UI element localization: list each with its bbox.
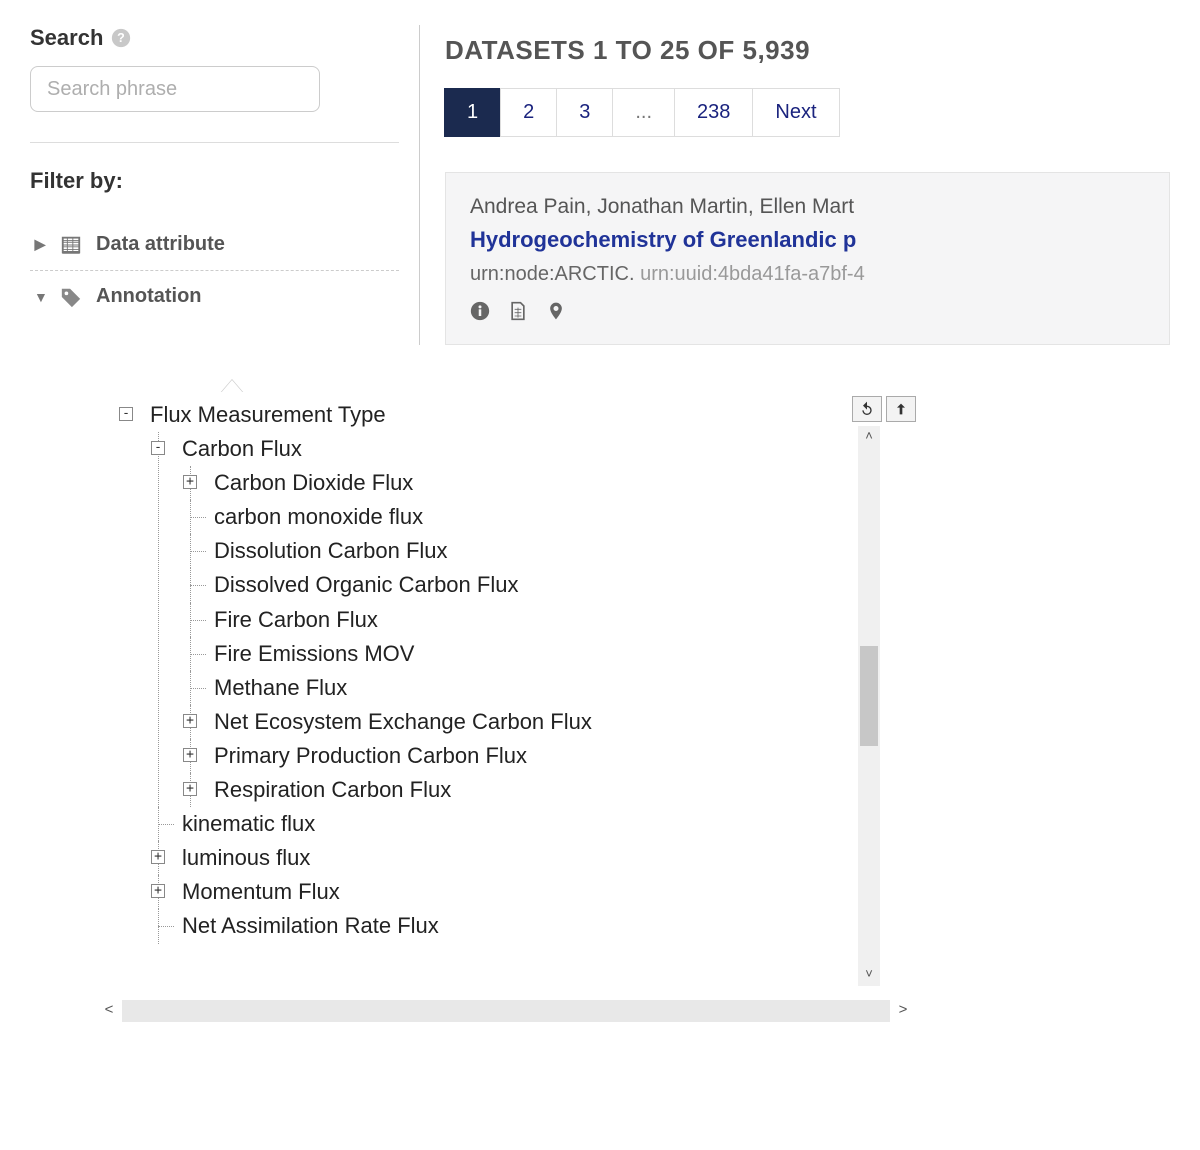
scroll-left-icon[interactable]: < xyxy=(96,999,122,1023)
main: DATASETS 1 TO 25 OF 5,939 1 2 3 ... 238 … xyxy=(420,25,1170,345)
tree-node[interactable]: + Momentum Flux xyxy=(150,875,858,909)
page-button[interactable]: 238 xyxy=(674,88,753,137)
tree-label: Net Ecosystem Exchange Carbon Flux xyxy=(214,709,592,734)
page-ellipsis: ... xyxy=(612,88,675,137)
tree-node[interactable]: Dissolved Organic Carbon Flux xyxy=(182,568,858,602)
tree-node[interactable]: + Primary Production Carbon Flux xyxy=(182,739,858,773)
filter-label: Data attribute xyxy=(96,233,225,256)
result-title[interactable]: Hydrogeochemistry of Greenlandic p xyxy=(470,227,1145,253)
tree-label: Flux Measurement Type xyxy=(150,402,386,427)
tree-label: luminous flux xyxy=(182,845,310,870)
divider xyxy=(30,142,399,143)
result-icons xyxy=(470,300,1145,322)
expand-icon[interactable]: + xyxy=(183,475,197,489)
tree-node[interactable]: Fire Carbon Flux xyxy=(182,603,858,637)
caret-right-icon: ▶ xyxy=(34,236,46,253)
expand-icon[interactable]: + xyxy=(183,714,197,728)
svg-text:?: ? xyxy=(118,31,126,45)
grid-icon xyxy=(60,234,82,256)
arrow-up-icon xyxy=(893,401,909,417)
tree-label: Fire Carbon Flux xyxy=(214,607,378,632)
page-button[interactable]: 3 xyxy=(556,88,613,137)
tree-node[interactable]: + Carbon Dioxide Flux xyxy=(182,466,858,500)
urn-secondary: urn:uuid:4bda41fa-a7bf-4 xyxy=(640,263,865,285)
tree-node[interactable]: + luminous flux xyxy=(150,841,858,875)
tree-node[interactable]: kinematic flux xyxy=(150,807,858,841)
tree-label: Carbon Flux xyxy=(182,436,302,461)
scroll-right-icon[interactable]: > xyxy=(890,999,916,1023)
expand-icon[interactable]: + xyxy=(151,884,165,898)
results-heading: DATASETS 1 TO 25 OF 5,939 xyxy=(445,35,1170,66)
spreadsheet-icon[interactable] xyxy=(508,300,528,322)
tag-icon xyxy=(60,286,82,308)
caret-down-icon: ▼ xyxy=(34,289,46,305)
tree-scroll-area: - Flux Measurement Type - Carbon Flux + C… xyxy=(96,392,858,1002)
tree-label: carbon monoxide flux xyxy=(214,504,423,529)
undo-icon xyxy=(859,401,875,417)
tree-node[interactable]: + Respiration Carbon Flux xyxy=(182,773,858,807)
tree-node[interactable]: Net Assimilation Rate Flux xyxy=(150,909,858,943)
horizontal-scrollbar[interactable]: < > xyxy=(96,998,916,1024)
search-heading-text: Search xyxy=(30,25,103,51)
tree-node[interactable]: - Flux Measurement Type - Carbon Flux + C… xyxy=(118,398,858,944)
scroll-thumb[interactable] xyxy=(860,646,878,746)
map-pin-icon[interactable] xyxy=(546,300,566,322)
info-icon[interactable] xyxy=(470,300,490,322)
collapse-icon[interactable]: - xyxy=(151,441,165,455)
tree-label: Fire Emissions MOV xyxy=(214,641,414,666)
search-box xyxy=(30,66,320,112)
search-input[interactable] xyxy=(45,77,314,102)
annotation-tree-popover: - Flux Measurement Type - Carbon Flux + C… xyxy=(96,392,916,1002)
tree-node[interactable]: + Net Ecosystem Exchange Carbon Flux xyxy=(182,705,858,739)
tree-node[interactable]: Dissolution Carbon Flux xyxy=(182,534,858,568)
collapse-icon[interactable]: - xyxy=(119,407,133,421)
expand-icon[interactable]: + xyxy=(183,748,197,762)
expand-icon[interactable]: + xyxy=(151,850,165,864)
tree-toolbar xyxy=(852,396,916,422)
result-card: Andrea Pain, Jonathan Martin, Ellen Mart… xyxy=(445,172,1170,345)
scroll-up-icon[interactable]: ˄ xyxy=(858,426,880,448)
tree-label: Dissolution Carbon Flux xyxy=(214,538,448,563)
search-heading: Search ? xyxy=(30,25,399,51)
ontology-tree: - Flux Measurement Type - Carbon Flux + C… xyxy=(118,398,858,944)
vertical-scrollbar[interactable]: ˄ ˅ xyxy=(858,426,880,986)
scroll-down-icon[interactable]: ˅ xyxy=(858,964,880,986)
tree-label: Methane Flux xyxy=(214,675,347,700)
expand-icon[interactable]: + xyxy=(183,782,197,796)
tree-node[interactable]: Methane Flux xyxy=(182,671,858,705)
page-button[interactable]: 2 xyxy=(500,88,557,137)
filter-data-attribute[interactable]: ▶ Data attribute xyxy=(30,219,399,270)
result-authors: Andrea Pain, Jonathan Martin, Ellen Mart xyxy=(470,195,1145,219)
pagination: 1 2 3 ... 238 Next xyxy=(445,88,1170,137)
tree-node[interactable]: - Carbon Flux + Carbon Dioxide Flux carbo… xyxy=(150,432,858,807)
tree-label: Dissolved Organic Carbon Flux xyxy=(214,572,518,597)
filter-heading: Filter by: xyxy=(30,168,399,194)
filter-annotation[interactable]: ▼ Annotation xyxy=(30,271,399,322)
page-button[interactable]: 1 xyxy=(444,88,501,137)
tree-label: Primary Production Carbon Flux xyxy=(214,743,527,768)
tree-label: Momentum Flux xyxy=(182,879,340,904)
filter-label: Annotation xyxy=(96,285,202,308)
tree-label: Net Assimilation Rate Flux xyxy=(182,913,439,938)
help-icon[interactable]: ? xyxy=(111,28,131,48)
urn-primary: urn:node:ARCTIC. xyxy=(470,263,635,285)
reset-button[interactable] xyxy=(852,396,882,422)
tree-node[interactable]: Fire Emissions MOV xyxy=(182,637,858,671)
page-next-button[interactable]: Next xyxy=(752,88,839,137)
tree-label: Carbon Dioxide Flux xyxy=(214,470,413,495)
tree-node[interactable]: carbon monoxide flux xyxy=(182,500,858,534)
sidebar: Search ? Filter by: ▶ Data attribute ▼ A… xyxy=(30,25,420,345)
scroll-track[interactable] xyxy=(122,1000,890,1022)
up-button[interactable] xyxy=(886,396,916,422)
result-urn: urn:node:ARCTIC. urn:uuid:4bda41fa-a7bf-… xyxy=(470,263,1145,286)
tree-label: kinematic flux xyxy=(182,811,315,836)
tree-label: Respiration Carbon Flux xyxy=(214,777,451,802)
